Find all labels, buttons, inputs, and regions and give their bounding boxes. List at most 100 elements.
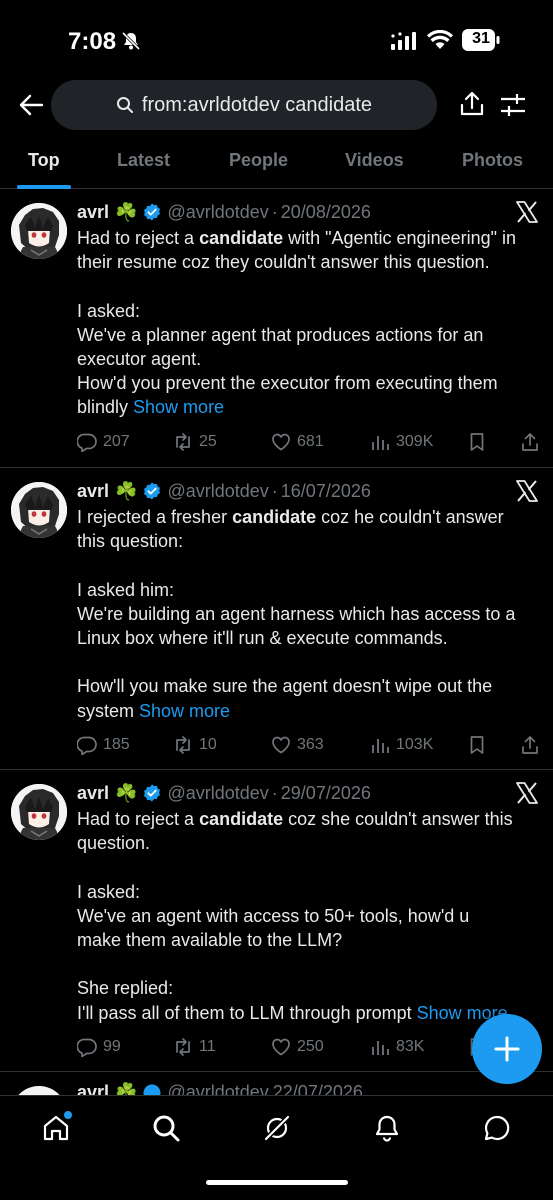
tab-top[interactable]: Top xyxy=(28,150,60,171)
status-time: 7:08 xyxy=(68,28,117,55)
share-button[interactable] xyxy=(458,90,486,118)
battery-level: 31 xyxy=(472,30,490,47)
avatar[interactable] xyxy=(11,482,67,538)
avatar-image xyxy=(11,203,67,259)
chat-icon xyxy=(484,1115,510,1141)
post-text: I rejected a fresher candidate coz he co… xyxy=(77,505,543,723)
view-count: 309K xyxy=(396,432,434,450)
nav-messages[interactable] xyxy=(479,1110,515,1146)
status-bar: 7:08 31 xyxy=(0,0,553,70)
repost-icon xyxy=(176,735,190,754)
show-more-link[interactable]: Show more xyxy=(133,397,224,417)
author-name[interactable]: avrl xyxy=(77,202,109,223)
signal-icon xyxy=(391,32,416,50)
views-button[interactable]: 103K xyxy=(370,735,433,755)
show-more-link[interactable]: Show more xyxy=(139,701,230,721)
bookmark-button[interactable] xyxy=(467,735,487,755)
text-segment: I asked: xyxy=(77,300,141,321)
repost-icon xyxy=(176,1037,190,1056)
post-text-line: their resume coz they couldn't answer th… xyxy=(77,250,543,274)
post-text-line: I asked: xyxy=(77,880,543,904)
repost-button[interactable]: 11 xyxy=(173,1037,216,1057)
reply-button[interactable]: 185 xyxy=(77,735,130,755)
post[interactable]: avrl ☘️ @avrldotdev · 20/08/2026 Had to re… xyxy=(0,189,553,468)
text-segment: make them available to the LLM? xyxy=(77,930,343,950)
text-segment: We've a planner agent that produces acti… xyxy=(77,324,484,345)
compose-post-button[interactable] xyxy=(472,1014,542,1084)
like-button[interactable]: 363 xyxy=(271,735,324,755)
author-handle[interactable]: @avrldotdev xyxy=(167,202,268,222)
reply-button[interactable]: 207 xyxy=(77,432,130,452)
author-handle[interactable]: @avrldotdev xyxy=(167,783,268,803)
peek-post[interactable]: avrl ☘️ @avrldotdev 22/07/2026 xyxy=(0,1072,553,1096)
verified-badge-icon xyxy=(144,203,161,221)
post-date: 22/07/2026 xyxy=(272,1082,363,1096)
author-name[interactable]: avrl xyxy=(77,1082,109,1096)
bookmark-icon xyxy=(470,432,484,451)
bookmark-button[interactable] xyxy=(467,432,487,452)
text-segment: system xyxy=(77,700,135,721)
like-button[interactable]: 250 xyxy=(271,1037,324,1057)
post-text-line: I asked him: xyxy=(77,578,543,602)
author-handle-date[interactable]: @avrldotdev · 29/07/2026 xyxy=(167,783,370,804)
author-handle[interactable]: @avrldotdev xyxy=(167,1082,268,1096)
arrow-left-icon xyxy=(19,94,44,116)
author-handle-date[interactable]: @avrldotdev · 20/08/2026 xyxy=(167,202,370,223)
tab-videos[interactable]: Videos xyxy=(345,150,404,171)
highlighted-term: candidate xyxy=(199,809,284,829)
post-text-line: Linux box where it'll run & execute comm… xyxy=(77,626,543,650)
text-segment: She replied: xyxy=(77,978,174,999)
text-segment: Had to reject a xyxy=(77,809,200,829)
nav-search[interactable] xyxy=(148,1110,184,1146)
nav-grok[interactable] xyxy=(259,1110,295,1146)
author-name[interactable]: avrl xyxy=(77,783,109,804)
views-icon xyxy=(372,435,389,450)
views-button[interactable]: 83K xyxy=(370,1037,424,1057)
tab-photos[interactable]: Photos xyxy=(462,150,523,171)
avatar[interactable] xyxy=(11,203,67,259)
author-name[interactable]: avrl xyxy=(77,481,109,502)
author-handle[interactable]: @avrldotdev xyxy=(167,481,268,501)
like-button[interactable]: 681 xyxy=(271,432,324,452)
search-input[interactable]: from:avrldotdev candidate xyxy=(51,80,437,130)
bottom-navigation xyxy=(0,1095,553,1200)
text-segment: this question: xyxy=(77,531,184,552)
avatar[interactable] xyxy=(11,784,67,840)
tab-latest[interactable]: Latest xyxy=(117,150,170,171)
grok-icon xyxy=(263,1114,291,1142)
home-notification-dot xyxy=(64,1111,72,1119)
heart-icon xyxy=(272,1038,290,1056)
share-post-button[interactable] xyxy=(520,432,540,452)
post-date: 16/07/2026 xyxy=(280,480,371,501)
post-header: avrl ☘️ @avrldotdev · 20/08/2026 xyxy=(77,199,371,225)
like-count: 250 xyxy=(297,1037,324,1055)
x-logo-icon xyxy=(516,782,538,804)
repost-button[interactable]: 25 xyxy=(173,432,217,452)
repost-button[interactable]: 10 xyxy=(173,735,217,755)
repost-count: 25 xyxy=(199,432,217,450)
search-header: from:avrldotdev candidate xyxy=(0,78,553,134)
share-icon xyxy=(522,432,538,451)
text-segment: blindly xyxy=(77,397,129,418)
views-button[interactable]: 309K xyxy=(370,432,433,452)
repost-count: 11 xyxy=(199,1037,216,1055)
separator-dot: · xyxy=(271,782,278,803)
nav-home[interactable] xyxy=(38,1110,74,1146)
text-segment: I asked: xyxy=(77,881,141,902)
post[interactable]: avrl ☘️ @avrldotdev · 29/07/2026 Had to re… xyxy=(0,770,553,1072)
text-segment: executor agent. xyxy=(77,349,202,369)
views-icon xyxy=(372,738,389,753)
nav-notifications[interactable] xyxy=(369,1110,405,1146)
back-button[interactable] xyxy=(14,88,48,122)
post[interactable]: avrl ☘️ @avrldotdev · 16/07/2026 I rejecte… xyxy=(0,468,553,770)
tab-people[interactable]: People xyxy=(229,150,288,171)
reply-icon xyxy=(77,433,97,452)
post-header: avrl ☘️ @avrldotdev · 16/07/2026 xyxy=(77,478,371,504)
share-post-button[interactable] xyxy=(520,735,540,755)
author-handle-date[interactable]: @avrldotdev · 16/07/2026 xyxy=(167,481,370,502)
reply-button[interactable]: 99 xyxy=(77,1037,121,1057)
author-emoji: ☘️ xyxy=(115,1082,138,1096)
filter-button[interactable] xyxy=(498,90,528,120)
text-segment: How'd you prevent the executor from exec… xyxy=(77,373,498,394)
post-text-line xyxy=(77,952,543,976)
